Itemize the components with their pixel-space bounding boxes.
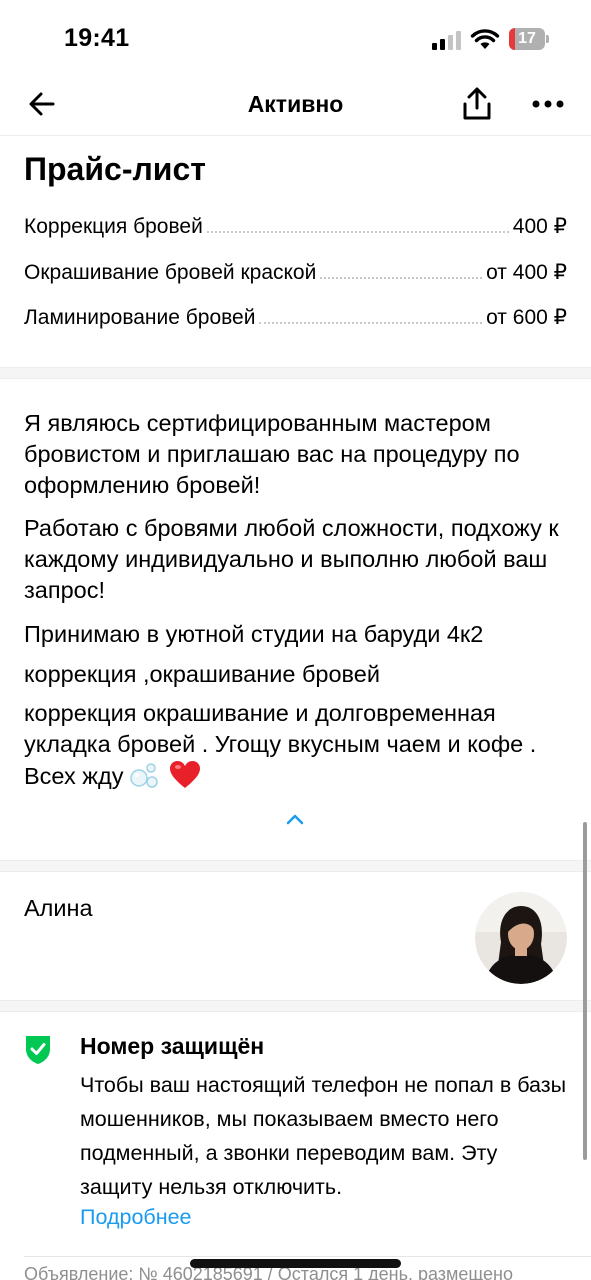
battery-body: 17 [509,28,545,50]
description-paragraph: коррекция ,окрашивание бровей [24,661,380,687]
seller-name[interactable]: Алина [24,895,93,922]
battery-tip [546,35,549,43]
more-icon[interactable] [532,91,564,117]
avatar[interactable] [475,892,567,984]
price-row: Ламинирование бровей от 600 ₽ [24,298,567,330]
share-icon[interactable] [461,86,493,122]
status-bar: 19:41 17 [0,0,591,78]
description-paragraph-last: коррекция окрашивание и долговременная у… [24,698,574,792]
bubbles-icon [130,763,158,788]
chevron-up-icon[interactable] [285,812,305,826]
cellular-signal-icon [432,31,461,50]
price-row: Окрашивание бровей краской от 400 ₽ [24,253,567,285]
price-list-title: Прайс-лист [24,151,206,187]
description-text: коррекция окрашивание и долговременная у… [24,700,537,789]
wifi-icon [470,29,500,49]
status-time: 19:41 [64,24,130,52]
price-item-name: Коррекция бровей [24,215,203,238]
description-paragraph: Принимаю в уютной студии на баруди 4к2 [24,621,484,647]
price-list: Прайс-лист Коррекция бровей 400 ₽ Окраши… [0,137,591,367]
price-item-value: от 400 ₽ [486,261,567,284]
description-paragraph: Работаю с бровями любой сложности, подхо… [24,515,559,603]
divider [24,1256,591,1257]
price-item-name: Ламинирование бровей [24,306,256,329]
price-dots [259,322,483,324]
nav-bar: Активно [0,78,591,136]
protection-text: Чтобы ваш настоящий телефон не попал в б… [80,1073,567,1199]
protection-title: Номер защищён [80,1033,265,1059]
description-paragraph: Я являюсь сертифицированным мастером бро… [24,410,520,498]
scrollbar[interactable] [583,822,587,1160]
shield-check-icon [26,1036,50,1064]
home-indicator[interactable] [190,1259,401,1268]
section-divider [0,1000,591,1012]
section-divider [0,860,591,872]
heart-icon [169,761,200,788]
battery-level: 17 [518,30,536,47]
more-info-link[interactable]: Подробнее [80,1205,192,1230]
price-dots [320,277,483,279]
price-item-name: Окрашивание бровей краской [24,261,317,284]
listing-description: Я являюсь сертифицированным мастером бро… [24,408,574,804]
price-dots [206,231,509,233]
price-item-value: от 600 ₽ [486,306,567,329]
page-title: Активно [247,91,344,117]
section-divider [0,367,591,379]
price-item-value: 400 ₽ [512,215,567,238]
price-row: Коррекция бровей 400 ₽ [24,207,567,239]
battery-icon: 17 [509,28,549,50]
